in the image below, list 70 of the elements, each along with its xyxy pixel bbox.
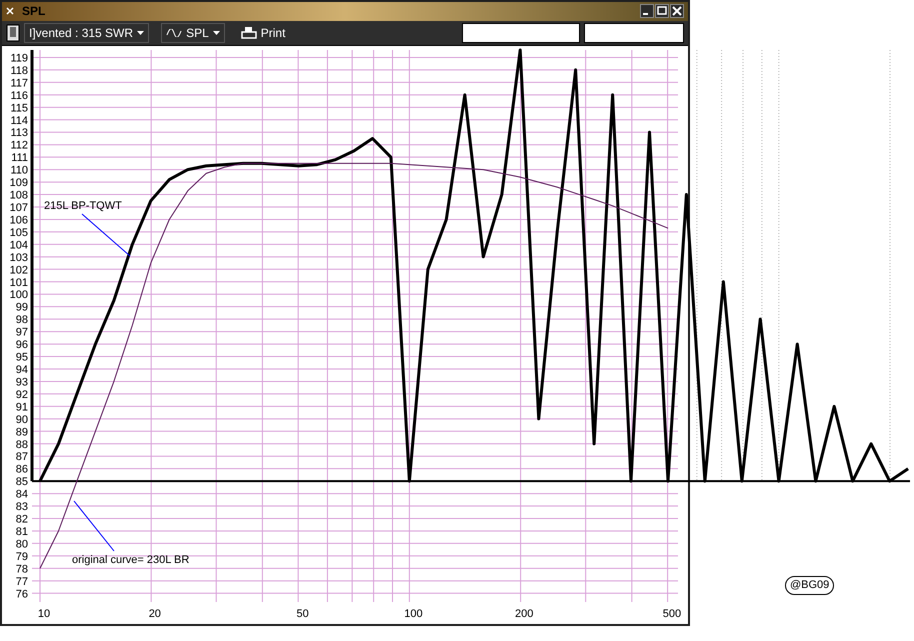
y-tick-label: 88 — [16, 438, 28, 451]
x-tick-label: 10 — [38, 608, 50, 620]
y-tick-label: 103 — [10, 252, 28, 264]
y-tick-label: 114 — [10, 114, 28, 127]
wave-icon — [166, 28, 182, 37]
minimize-icon[interactable] — [640, 4, 654, 18]
y-tick-label: 104 — [10, 239, 28, 252]
y-tick-label: 111 — [11, 152, 28, 164]
y-tick-label: 90 — [16, 414, 28, 426]
y-tick-label: 105 — [10, 226, 28, 239]
y-tick-label: 83 — [16, 501, 28, 514]
y-tick-label: 99 — [16, 302, 28, 314]
y-tick-label: 80 — [16, 538, 28, 550]
y-tick-label: 82 — [16, 514, 28, 526]
y-tick-label: 107 — [10, 202, 28, 214]
y-tick-label: 112 — [10, 140, 28, 152]
x-tick-label: 500 — [662, 608, 682, 620]
y-tick-label: 97 — [16, 326, 28, 339]
y-tick-label: 115 — [10, 102, 28, 114]
x-tick-label: 200 — [515, 608, 534, 620]
caret-icon — [137, 30, 144, 35]
y-tick-label: 95 — [16, 352, 28, 364]
y-tick-label: 102 — [10, 264, 28, 276]
close-icon[interactable] — [670, 4, 684, 18]
x-tick-label: 50 — [296, 608, 309, 620]
y-tick-label: 119 — [10, 52, 28, 64]
y-tick-label: 93 — [16, 376, 28, 388]
y-tick-label: 118 — [10, 64, 28, 77]
y-tick-label: 91 — [16, 401, 28, 414]
caret-icon — [212, 30, 220, 35]
curve-label: 215L BP-TQWT — [44, 200, 122, 212]
leader-line — [82, 214, 130, 256]
y-tick-label: 78 — [16, 563, 28, 576]
y-tick-label: 108 — [10, 190, 28, 202]
y-tick-label: 94 — [16, 364, 28, 376]
y-tick-label: 79 — [16, 550, 28, 563]
leader-line — [74, 500, 114, 552]
document-icon[interactable] — [6, 24, 20, 42]
y-tick-label: 85 — [16, 476, 28, 488]
input-field[interactable] — [462, 22, 580, 43]
curve-label: original curve= 230L BR — [72, 554, 190, 566]
y-tick-label: 81 — [16, 526, 28, 538]
signature-label: @BG09 — [785, 576, 834, 594]
y-tick-label: 96 — [16, 339, 28, 352]
y-tick-label: 116 — [10, 90, 28, 102]
y-tick-label: 84 — [16, 488, 28, 501]
y-tick-label: 113 — [10, 127, 28, 140]
view-dropdown[interactable]: SPL — [161, 22, 225, 43]
window-title: SPL — [22, 3, 46, 20]
x-tick-label: 20 — [148, 608, 161, 620]
system-menu-icon[interactable] — [6, 7, 14, 16]
y-tick-label: 89 — [16, 426, 28, 438]
y-tick-label: 106 — [10, 214, 28, 226]
y-tick-label: 92 — [16, 388, 28, 401]
y-tick-label: 87 — [16, 451, 28, 464]
y-tick-label: 117 — [10, 77, 28, 90]
y-tick-label: 110 — [10, 164, 28, 177]
y-tick-label: 86 — [16, 464, 28, 476]
y-tick-label: 100 — [10, 289, 28, 302]
y-tick-label: 98 — [16, 314, 28, 326]
y-tick-label: 109 — [10, 177, 28, 190]
y-tick-label: 77 — [16, 576, 28, 588]
y-tick-label: 101 — [10, 276, 28, 289]
print-button[interactable]: Print — [236, 22, 290, 43]
maximize-icon[interactable] — [655, 4, 669, 18]
printer-icon — [240, 26, 257, 40]
x-tick-label: 100 — [404, 608, 423, 620]
y-tick-label: 76 — [16, 588, 28, 600]
input-field[interactable] — [584, 22, 684, 43]
design-dropdown[interactable]: I]vented : 315 SWR — [24, 22, 150, 43]
